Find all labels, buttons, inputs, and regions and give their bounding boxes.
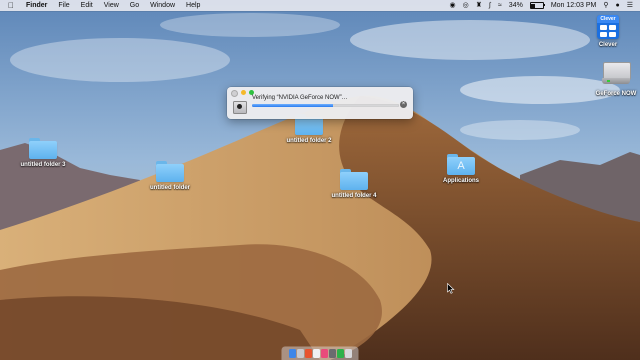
desktop-drive-geforce-now[interactable]: GeForce NOW	[581, 58, 640, 97]
window-controls	[231, 90, 254, 97]
desktop-app-clever[interactable]: Clever Clever	[573, 15, 640, 48]
geforce-dock-icon[interactable]	[336, 349, 344, 358]
cleanup-icon[interactable]: ♜	[476, 0, 482, 11]
trash-dock-icon[interactable]	[344, 349, 352, 358]
clever-app-icon: Clever	[597, 15, 619, 39]
folder-icon	[156, 161, 184, 182]
firefox-dock-icon[interactable]	[304, 349, 312, 358]
folder-label: untitled folder	[150, 185, 190, 191]
photos-dock-icon[interactable]	[320, 349, 328, 358]
dock	[282, 347, 358, 360]
minimize-button[interactable]	[241, 90, 246, 95]
screen-record-icon[interactable]: ◉	[450, 0, 456, 11]
desktop-applications-folder[interactable]: A Applications	[426, 154, 496, 184]
chrome-dock-icon[interactable]	[312, 349, 320, 358]
menu-app-name[interactable]: Finder	[26, 0, 47, 11]
menu-file[interactable]: File	[58, 0, 69, 11]
notification-list-icon[interactable]: ☰	[627, 0, 633, 11]
external-drive-icon	[601, 58, 631, 88]
desktop-folder-untitled-3[interactable]: untitled folder 3	[8, 138, 78, 168]
clever-badge: Clever	[597, 15, 619, 23]
folder-label: untitled folder 2	[286, 138, 332, 144]
folder-label: Applications	[442, 178, 479, 184]
wifi-icon[interactable]: ≈	[498, 0, 502, 11]
control-center-icon[interactable]: ●	[615, 0, 619, 11]
malwarebytes-icon[interactable]: ◎	[463, 0, 469, 11]
menu-window[interactable]: Window	[150, 0, 175, 11]
folder-icon	[29, 138, 57, 159]
apple-menu-icon[interactable]: 	[8, 0, 18, 11]
bluetooth-icon[interactable]: ∫	[489, 0, 491, 11]
desktop:  Finder File Edit View Go Window Help ◉…	[0, 0, 640, 360]
desktop-folder-untitled[interactable]: untitled folder	[135, 161, 205, 191]
menu-help[interactable]: Help	[186, 0, 200, 11]
battery-icon[interactable]	[529, 2, 545, 9]
verify-dialog: Verifying “NVIDIA GeForce NOW”… ×	[227, 87, 413, 119]
stop-icon[interactable]: ×	[400, 101, 407, 108]
menu-bar:  Finder File Edit View Go Window Help ◉…	[0, 0, 640, 11]
finder-dock-icon[interactable]	[288, 349, 296, 358]
progress-fill	[252, 104, 333, 107]
battery-percent[interactable]: 34%	[509, 0, 523, 11]
dialog-title: Verifying “NVIDIA GeForce NOW”…	[252, 95, 348, 101]
folder-label: untitled folder 4	[331, 193, 377, 199]
launchpad-dock-icon[interactable]	[296, 349, 304, 358]
mouse-cursor-icon	[447, 283, 455, 294]
menu-go[interactable]: Go	[130, 0, 139, 11]
close-button[interactable]	[231, 90, 238, 97]
settings-dock-icon[interactable]	[328, 349, 336, 358]
disk-image-icon	[233, 101, 247, 114]
search-icon[interactable]: ⚲	[603, 0, 608, 11]
menu-view[interactable]: View	[104, 0, 119, 11]
folder-label: untitled folder 3	[20, 162, 66, 168]
drive-label: GeForce NOW	[595, 91, 637, 97]
verify-progress-bar	[252, 104, 399, 107]
menu-clock[interactable]: Mon 12:03 PM	[551, 0, 597, 11]
app-label: Clever	[598, 42, 618, 48]
folder-icon	[340, 169, 368, 190]
desktop-folder-untitled-4[interactable]: untitled folder 4	[319, 169, 389, 199]
applications-folder-icon: A	[447, 154, 475, 175]
menu-edit[interactable]: Edit	[81, 0, 93, 11]
